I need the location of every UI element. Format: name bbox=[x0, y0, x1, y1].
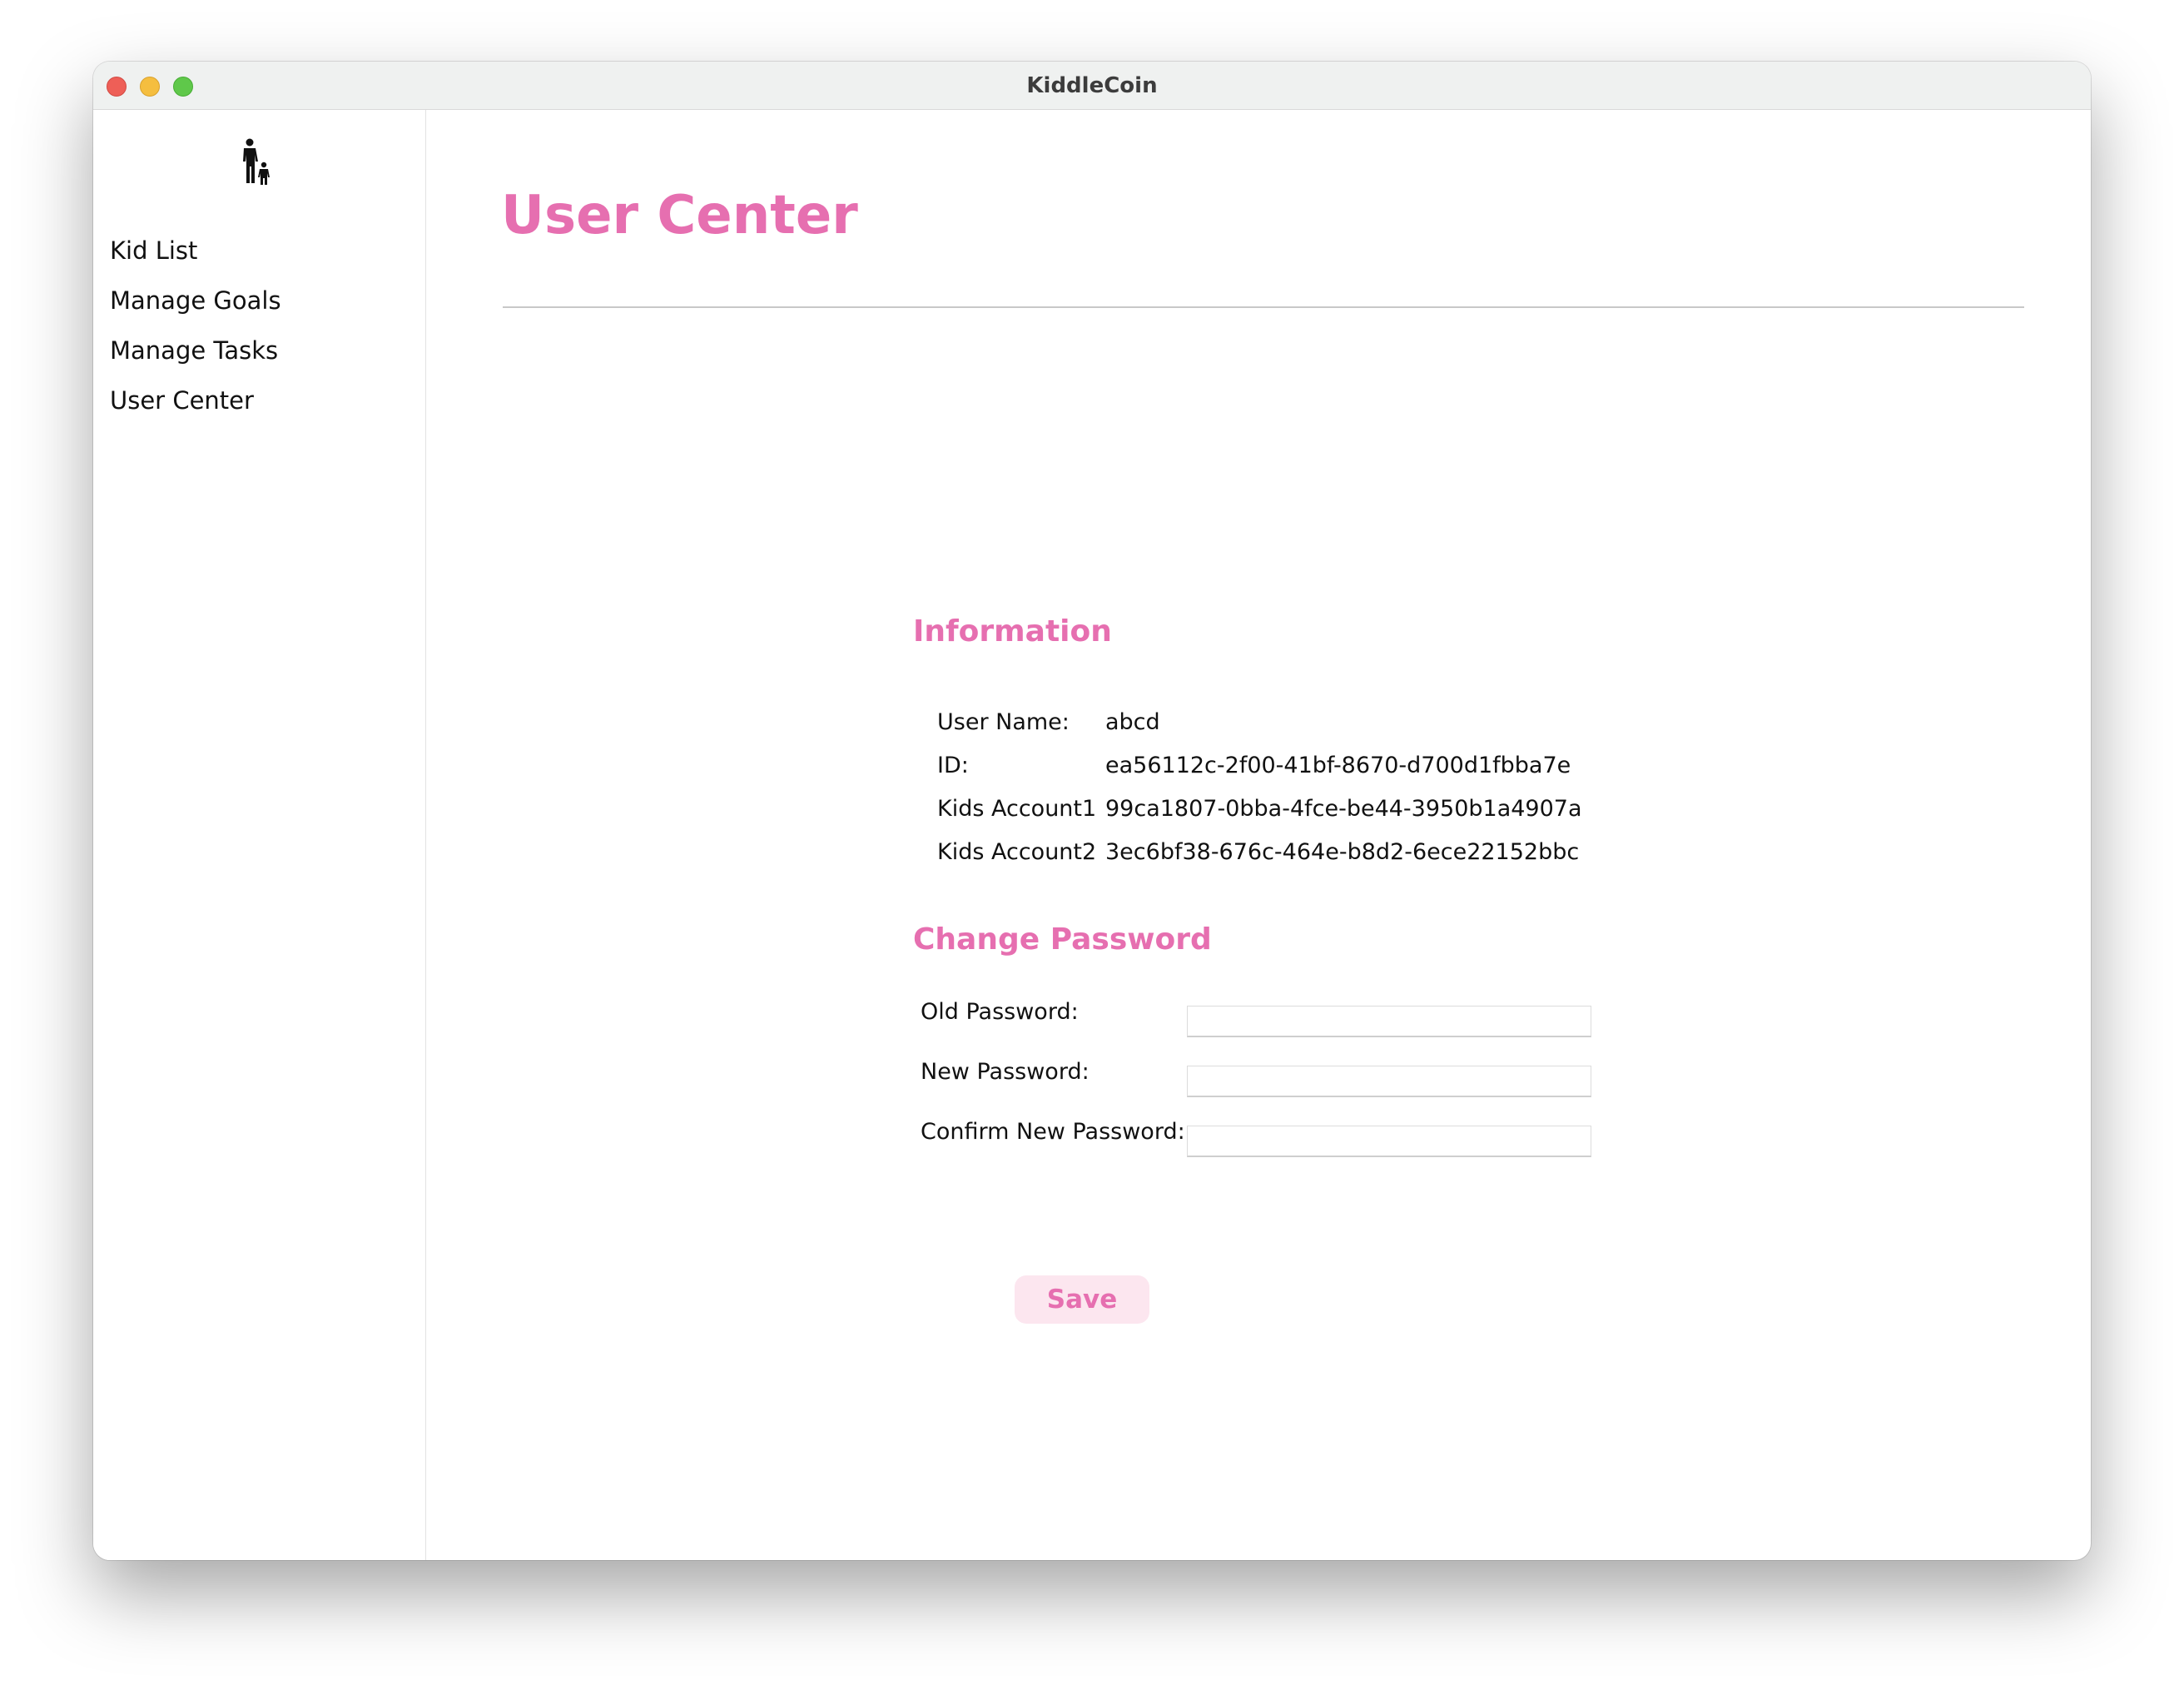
new-password-input[interactable] bbox=[1187, 1066, 1591, 1097]
old-password-label: Old Password: bbox=[921, 999, 1079, 1025]
title-divider bbox=[503, 306, 2024, 308]
confirm-password-label: Confirm New Password: bbox=[921, 1119, 1185, 1145]
information-heading: Information bbox=[913, 614, 1112, 649]
save-button[interactable]: Save bbox=[1015, 1275, 1149, 1324]
info-value-kids-account2: 3ec6bf38-676c-464e-b8d2-6ece22152bbc bbox=[1105, 839, 1580, 865]
sidebar: Kid List Manage Goals Manage Tasks User … bbox=[93, 110, 426, 1560]
info-label-user-name: User Name: bbox=[937, 709, 1070, 735]
info-label-kids-account2: Kids Account2 bbox=[937, 839, 1097, 865]
sidebar-item-manage-tasks[interactable]: Manage Tasks bbox=[110, 336, 278, 365]
sidebar-item-user-center[interactable]: User Center bbox=[110, 386, 254, 415]
window-title: KiddleCoin bbox=[1026, 73, 1158, 98]
sidebar-item-manage-goals[interactable]: Manage Goals bbox=[110, 286, 281, 315]
info-label-id: ID: bbox=[937, 753, 969, 778]
info-value-kids-account1: 99ca1807-0bba-4fce-be44-3950b1a4907a bbox=[1105, 796, 1582, 822]
main-content: User Center Information User Name: abcd … bbox=[427, 110, 2091, 1560]
new-password-label: New Password: bbox=[921, 1059, 1090, 1085]
info-value-id: ea56112c-2f00-41bf-8670-d700d1fbba7e bbox=[1105, 753, 1571, 778]
info-label-kids-account1: Kids Account1 bbox=[937, 796, 1097, 822]
app-window: KiddleCoin Kid List Manage Goals Manage … bbox=[93, 62, 2091, 1560]
title-bar: KiddleCoin bbox=[93, 62, 2091, 110]
parent-child-icon bbox=[243, 138, 270, 185]
old-password-input[interactable] bbox=[1187, 1006, 1591, 1037]
change-password-heading: Change Password bbox=[913, 922, 1212, 957]
page-title: User Center bbox=[501, 185, 858, 246]
sidebar-item-kid-list[interactable]: Kid List bbox=[110, 236, 197, 265]
info-value-user-name: abcd bbox=[1105, 709, 1160, 735]
confirm-password-input[interactable] bbox=[1187, 1126, 1591, 1157]
